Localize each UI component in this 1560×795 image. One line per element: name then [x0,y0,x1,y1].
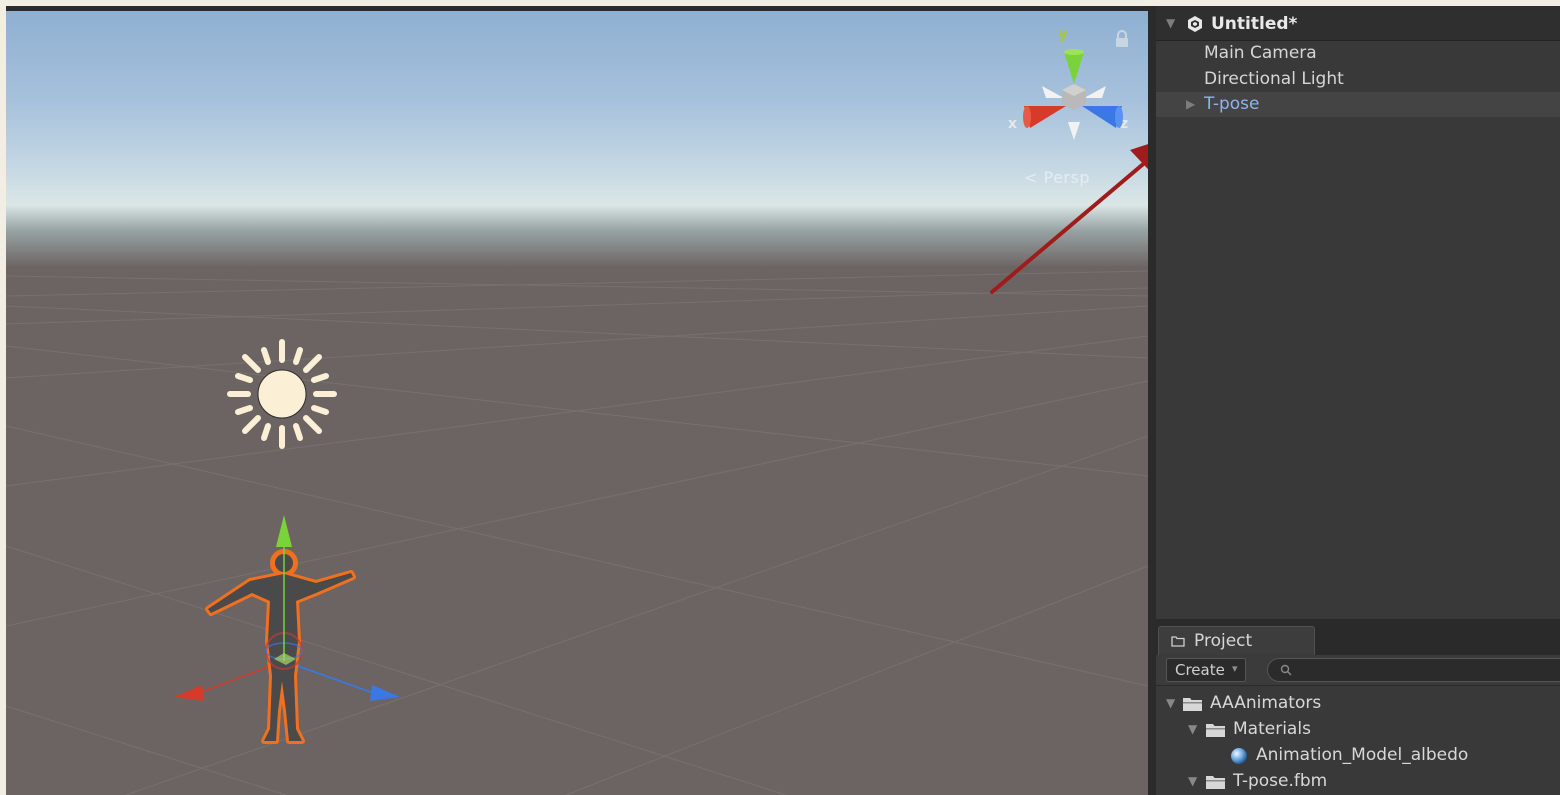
folder-icon [1206,776,1225,789]
expand-arrow-icon[interactable]: ▶ [1186,97,1195,111]
tree-item-label: Animation_Model_albedo [1256,745,1469,765]
dropdown-arrow-icon: ▾ [1232,662,1238,675]
scene-name: Untitled* [1211,14,1298,34]
hierarchy-item-label: T-pose [1204,94,1260,114]
collapse-arrow-icon[interactable]: ▼ [1188,774,1197,788]
hierarchy-panel[interactable]: ▼ Untitled* Main Camera Directional Ligh… [1148,6,1560,619]
directional-light-sun-icon[interactable] [220,332,344,456]
tree-item-label: T-pose.fbm [1233,771,1328,791]
search-icon [1280,664,1292,676]
create-dropdown-button[interactable]: Create ▾ [1166,658,1246,682]
project-panel[interactable]: Project Create ▾ ▼ AAAnimators ▼ Materia… [1148,619,1560,795]
tree-item-material-asset[interactable]: Animation_Model_albedo [1156,744,1560,768]
create-label: Create [1175,661,1225,679]
hierarchy-item-main-camera[interactable]: Main Camera [1156,41,1560,66]
folder-icon [1183,698,1202,711]
gizmo-y-label: y [1058,25,1068,43]
search-input[interactable] [1267,658,1560,682]
tree-item-materials[interactable]: ▼ Materials [1156,718,1560,742]
scene-header-row[interactable]: ▼ Untitled* [1156,6,1560,41]
hierarchy-item-t-pose[interactable]: ▶ T-pose [1156,92,1560,117]
hierarchy-item-label: Main Camera [1204,43,1317,63]
material-sphere-icon [1231,748,1247,764]
collapse-arrow-icon[interactable]: ▼ [1166,16,1175,30]
hierarchy-item-label: Directional Light [1204,69,1344,89]
scene-view[interactable]: y x z < Persp [6,6,1148,795]
project-toolbar: Create ▾ [1156,655,1560,686]
tree-item-t-pose-fbm[interactable]: ▼ T-pose.fbm [1156,770,1560,794]
hierarchy-item-directional-light[interactable]: Directional Light [1156,67,1560,92]
t-pose-character[interactable] [156,501,416,766]
project-tab-bar: Project [1156,619,1560,656]
folder-icon [1206,724,1225,737]
tab-label: Project [1194,631,1253,651]
folder-icon [1171,636,1185,647]
collapse-arrow-icon[interactable]: ▼ [1166,696,1175,710]
tree-item-aaanimators[interactable]: ▼ AAAnimators [1156,692,1560,716]
unity-scene-icon [1188,16,1202,32]
tree-item-label: AAAnimators [1210,693,1322,713]
tab-project[interactable]: Project [1158,626,1315,656]
tree-item-label: Materials [1233,719,1311,739]
collapse-arrow-icon[interactable]: ▼ [1188,722,1197,736]
